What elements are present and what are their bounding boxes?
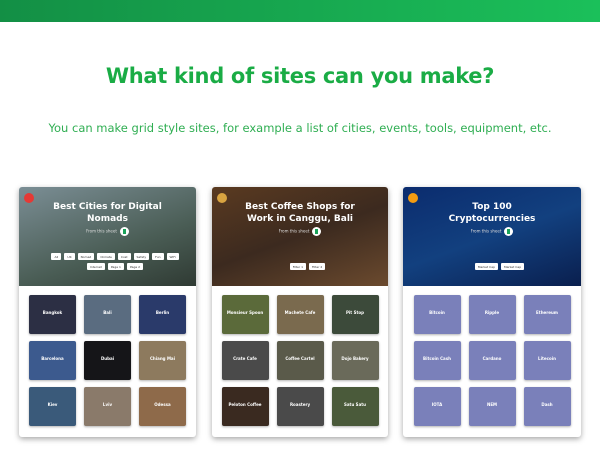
grid-tile[interactable]: Pit Stop xyxy=(331,295,379,334)
example-site-card[interactable]: Top 100 Cryptocurrencies From this sheet… xyxy=(403,187,581,437)
grid-tile[interactable]: Satu Satu xyxy=(331,387,379,426)
tile-label: Kiev xyxy=(47,402,58,407)
tile-label: Satu Satu xyxy=(343,402,367,407)
filter-button[interactable]: UK xyxy=(64,253,75,260)
filter-button[interactable]: Climate xyxy=(97,253,115,260)
byline-text: From this sheet xyxy=(278,228,310,234)
grid-tile[interactable]: Bali xyxy=(84,295,131,334)
grid-tile[interactable]: Berlin xyxy=(139,295,186,334)
tile-grid: Bitcoin Ripple Ethereum Bitcoin Cash Cardano… xyxy=(403,286,581,426)
tile-label: Dojo Bakery xyxy=(341,356,369,361)
card-byline: From this sheet xyxy=(19,227,196,236)
card-title: Best Cities for Digital Nomads xyxy=(53,202,162,224)
top-bar xyxy=(0,0,600,22)
tile-label: Pit Stop xyxy=(345,310,364,315)
tile-label: Odessa xyxy=(154,402,171,407)
grid-tile[interactable]: IOTA xyxy=(413,387,461,426)
filter-button[interactable]: Page 1 xyxy=(107,263,124,270)
grid-tile[interactable]: Kiev xyxy=(29,387,76,426)
tile-label: Berlin xyxy=(155,310,170,315)
tile-label: Ripple xyxy=(484,310,500,315)
tile-label: Roastery xyxy=(289,402,311,407)
example-site-card[interactable]: Best Coffee Shops for Work in Canggu, Ba… xyxy=(212,187,388,437)
google-sheets-icon xyxy=(504,227,514,236)
tile-label: Dubai xyxy=(100,356,115,361)
tile-label: IOTA xyxy=(431,402,443,407)
grid-tile[interactable]: Ethereum xyxy=(523,295,571,334)
tile-label: Ethereum xyxy=(536,310,558,315)
tile-label: Dash xyxy=(541,402,553,407)
tile-label: Cardano xyxy=(482,356,502,361)
filter-bar: Market Cap Market Cap xyxy=(428,263,571,270)
grid-tile[interactable]: Machete Cafe xyxy=(276,295,324,334)
grid-tile[interactable]: Coffee Cartel xyxy=(276,341,324,380)
grid-tile[interactable]: Bitcoin Cash xyxy=(413,341,461,380)
card-hero: Best Cities for Digital Nomads From this… xyxy=(19,187,196,286)
card-hero: Top 100 Cryptocurrencies From this sheet… xyxy=(403,187,581,286)
tile-label: Monsieur Spoon xyxy=(226,310,264,315)
section-heading: What kind of sites can you make? xyxy=(105,64,495,88)
grid-tile[interactable]: Crate Cafe xyxy=(221,341,269,380)
tile-grid: Monsieur Spoon Machete Cafe Pit Stop Crate … xyxy=(212,286,388,426)
filter-button[interactable]: Filter 2 xyxy=(309,263,326,270)
tile-label: Machete Cafe xyxy=(284,310,316,315)
tile-label: Bitcoin Cash xyxy=(423,356,451,361)
grid-tile[interactable]: Dubai xyxy=(84,341,131,380)
filter-button[interactable]: Market Cap xyxy=(501,263,525,270)
card-hero: Best Coffee Shops for Work in Canggu, Ba… xyxy=(212,187,388,286)
tile-grid: Bangkok Bali Berlin Barcelona Dubai Chiang Ma… xyxy=(19,286,196,426)
tile-label: Crate Cafe xyxy=(233,356,257,361)
filter-button[interactable]: Page 2 xyxy=(126,263,144,270)
grid-tile[interactable]: Litecoin xyxy=(523,341,571,380)
filter-button[interactable]: Cost xyxy=(117,253,131,260)
grid-tile[interactable]: Barcelona xyxy=(29,341,76,380)
google-sheets-icon xyxy=(119,227,129,236)
grid-tile[interactable]: Ripple xyxy=(468,295,516,334)
grid-tile[interactable]: Roastery xyxy=(276,387,324,426)
tile-label: Peloton Coffee xyxy=(228,402,262,407)
example-site-card[interactable]: Best Cities for Digital Nomads From this… xyxy=(19,187,196,437)
filter-button[interactable]: Safety xyxy=(133,253,150,260)
tile-label: Coffee Cartel xyxy=(285,356,315,361)
filter-bar: All UK Nomad Climate Cost Safety Fun WiFi Intern… xyxy=(44,253,186,270)
card-title: Top 100 Cryptocurrencies xyxy=(448,202,536,224)
tile-label: Chiang Mai xyxy=(149,356,175,361)
card-byline: From this sheet xyxy=(212,227,388,236)
grid-tile[interactable]: Odessa xyxy=(139,387,186,426)
tile-label: NEM xyxy=(486,402,498,407)
grid-tile[interactable]: Peloton Coffee xyxy=(221,387,269,426)
grid-tile[interactable]: Bitcoin xyxy=(413,295,461,334)
byline-text: From this sheet xyxy=(86,228,117,234)
grid-tile[interactable]: Lviv xyxy=(84,387,131,426)
filter-button[interactable]: WiFi xyxy=(166,253,179,260)
grid-tile[interactable]: Cardano xyxy=(468,341,516,380)
card-title: Best Coffee Shops for Work in Canggu, Ba… xyxy=(245,202,355,224)
tile-label: Lviv xyxy=(102,402,113,407)
tile-label: Bitcoin xyxy=(429,310,445,315)
filter-button[interactable]: Internet xyxy=(86,263,105,270)
filter-button[interactable]: All xyxy=(51,253,62,260)
filter-button[interactable]: Market Cap xyxy=(474,263,498,270)
filter-button[interactable]: Nomad xyxy=(77,253,95,260)
card-byline: From this sheet xyxy=(403,227,581,236)
google-sheets-icon xyxy=(312,227,322,236)
filter-bar: Filter 1 Filter 2 xyxy=(237,263,378,270)
grid-tile[interactable]: NEM xyxy=(468,387,516,426)
section-subheading: You can make grid style sites, for examp… xyxy=(48,121,552,135)
byline-text: From this sheet xyxy=(470,228,502,234)
tile-label: Bangkok xyxy=(42,310,63,315)
grid-tile[interactable]: Bangkok xyxy=(29,295,76,334)
tile-label: Litecoin xyxy=(538,356,556,361)
tile-label: Bali xyxy=(103,310,112,315)
grid-tile[interactable]: Monsieur Spoon xyxy=(221,295,269,334)
filter-button[interactable]: Fun xyxy=(152,253,164,260)
tile-label: Barcelona xyxy=(41,356,64,361)
grid-tile[interactable]: Dash xyxy=(523,387,571,426)
grid-tile[interactable]: Chiang Mai xyxy=(139,341,186,380)
filter-button[interactable]: Filter 1 xyxy=(289,263,306,270)
grid-tile[interactable]: Dojo Bakery xyxy=(331,341,379,380)
